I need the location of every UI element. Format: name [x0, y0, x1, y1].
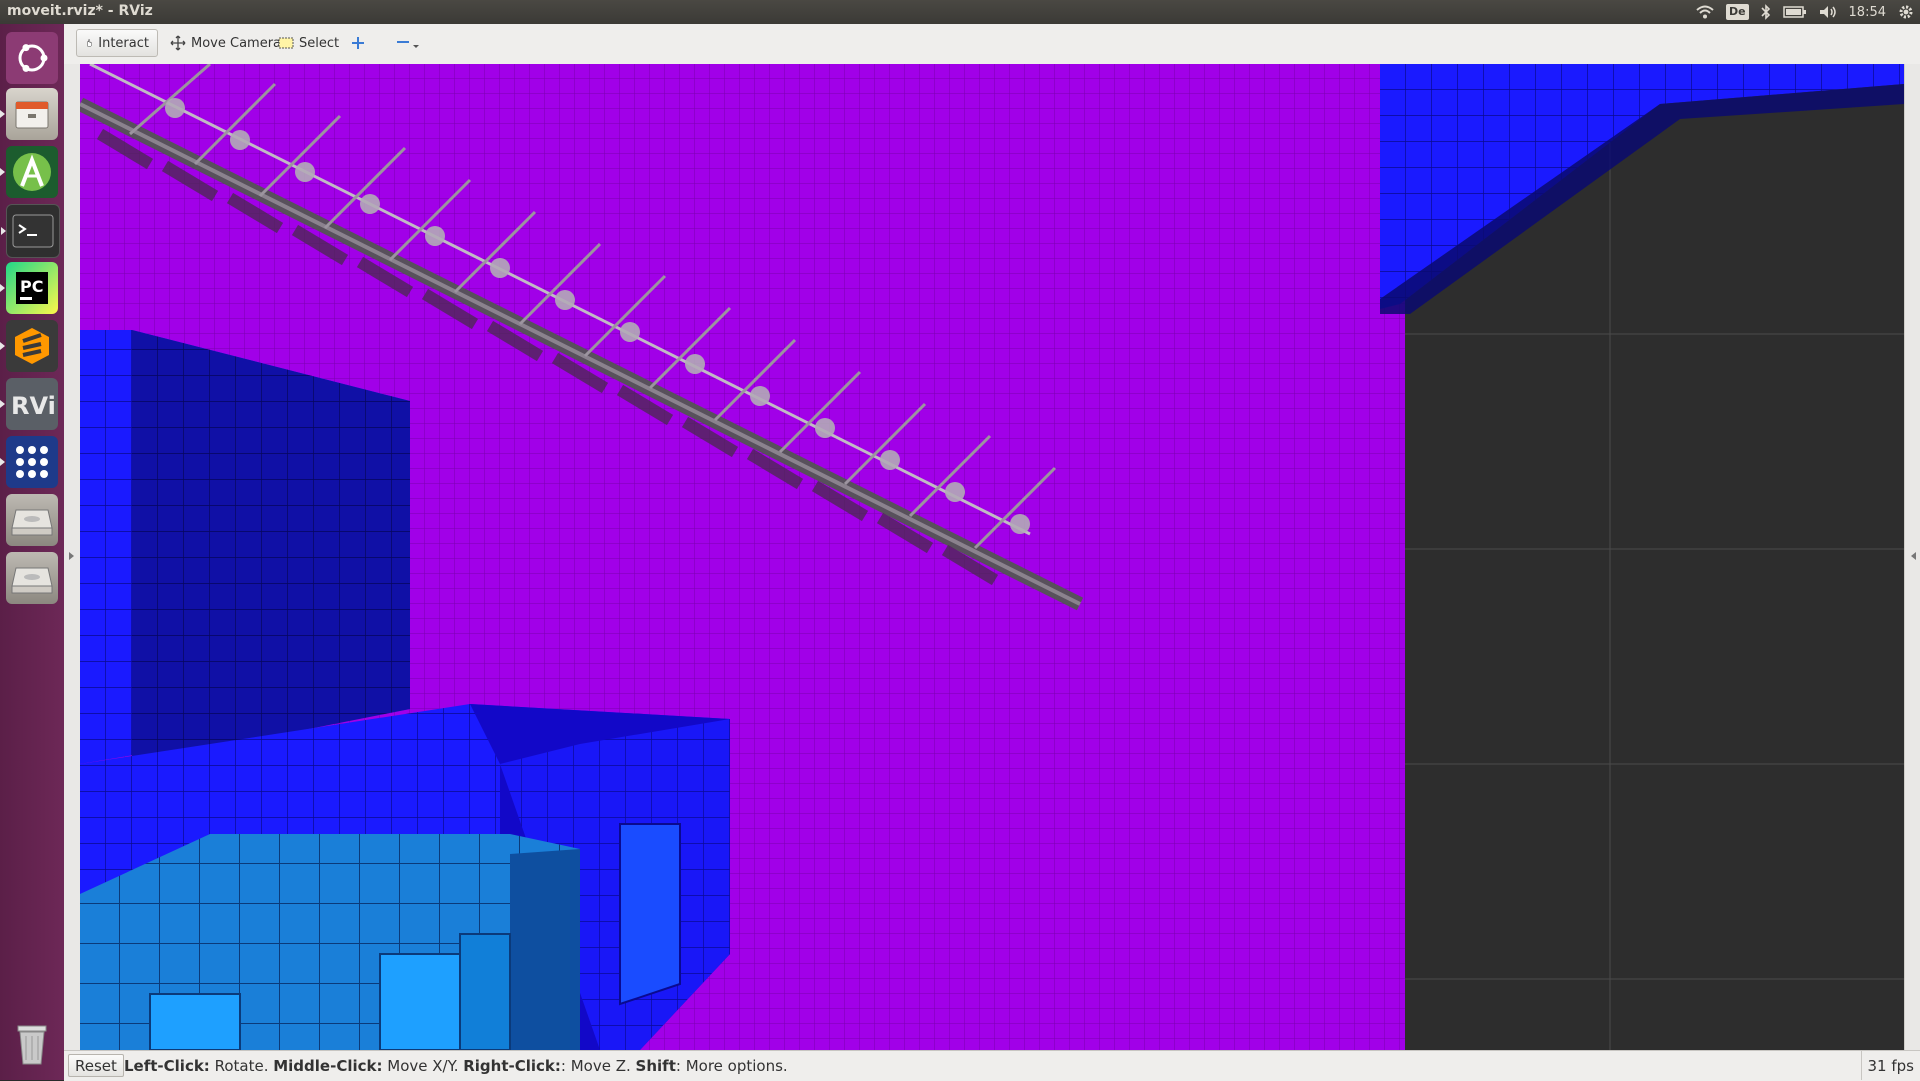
ubuntu-dash-icon[interactable] [6, 32, 58, 84]
hint-key: Middle-Click: [273, 1057, 383, 1075]
bluetooth-icon[interactable] [1760, 0, 1771, 24]
system-tray: De 18:54 [1696, 0, 1914, 24]
launcher: PC RViz [0, 24, 65, 1080]
hint-key: Right-Click: [463, 1057, 561, 1075]
interact-tool-button[interactable]: Interact [76, 29, 158, 57]
right-panel-toggle[interactable] [1904, 64, 1920, 1050]
pycharm-icon[interactable]: PC [0, 262, 58, 314]
hint-text: : More options. [675, 1057, 788, 1075]
hint-text: : Move Z. [560, 1057, 636, 1075]
status-bar: Reset Left-Click: Rotate. Middle-Click: … [64, 1050, 1920, 1081]
move-camera-icon [170, 35, 186, 51]
left-panel-toggle[interactable] [64, 64, 81, 1050]
wifi-icon[interactable] [1696, 0, 1714, 24]
svg-text:RViz: RViz [11, 392, 55, 420]
reset-button[interactable]: Reset [68, 1054, 124, 1077]
select-tool-button[interactable]: Select [270, 29, 347, 57]
select-label: Select [299, 35, 340, 51]
interact-label: Interact [98, 35, 149, 51]
move-camera-label: Move Camera [191, 35, 282, 51]
gear-icon[interactable] [1898, 0, 1914, 24]
trash-icon[interactable] [6, 1018, 58, 1070]
add-tool-button[interactable] [343, 29, 373, 57]
sublime-text-icon[interactable] [0, 320, 58, 372]
hint-key: Shift [635, 1057, 676, 1075]
plus-icon [352, 37, 364, 49]
volume-icon[interactable] [1819, 0, 1837, 24]
top-panel: moveit.rviz* - RViz De 18:54 [0, 0, 1920, 24]
app-grid-icon[interactable] [0, 436, 58, 488]
keyboard-layout-indicator[interactable]: De [1725, 4, 1749, 20]
select-rect-icon [278, 37, 294, 49]
files-icon[interactable] [0, 88, 58, 140]
hint-text: Rotate. [209, 1057, 274, 1075]
drive-icon-2[interactable] [6, 552, 58, 604]
terminal-icon[interactable] [1, 204, 60, 258]
hint-text: Move X/Y. [382, 1057, 464, 1075]
rviz-toolbar: Interact Move Camera Select [64, 24, 1920, 65]
clock[interactable]: 18:54 [1849, 0, 1886, 24]
hint-key: Left-Click: [124, 1057, 210, 1075]
drive-icon[interactable] [6, 494, 58, 546]
hand-icon [87, 39, 92, 47]
window-title: moveit.rviz* - RViz [7, 3, 153, 19]
render-viewport[interactable] [80, 64, 1904, 1050]
mouse-hint: Left-Click: Rotate. Middle-Click: Move X… [124, 1057, 788, 1075]
svg-text:PC: PC [20, 277, 43, 296]
android-studio-icon[interactable] [0, 146, 58, 198]
scene-3d [80, 64, 1904, 1050]
minus-dropdown-icon [397, 41, 419, 48]
expand-arrow-icon [69, 552, 74, 560]
rviz-icon[interactable]: RViz [0, 378, 58, 430]
remove-tool-button[interactable] [387, 29, 429, 57]
expand-arrow-icon [1911, 552, 1916, 560]
fps-counter: 31 fps [1860, 1051, 1920, 1080]
battery-icon[interactable] [1782, 0, 1807, 24]
